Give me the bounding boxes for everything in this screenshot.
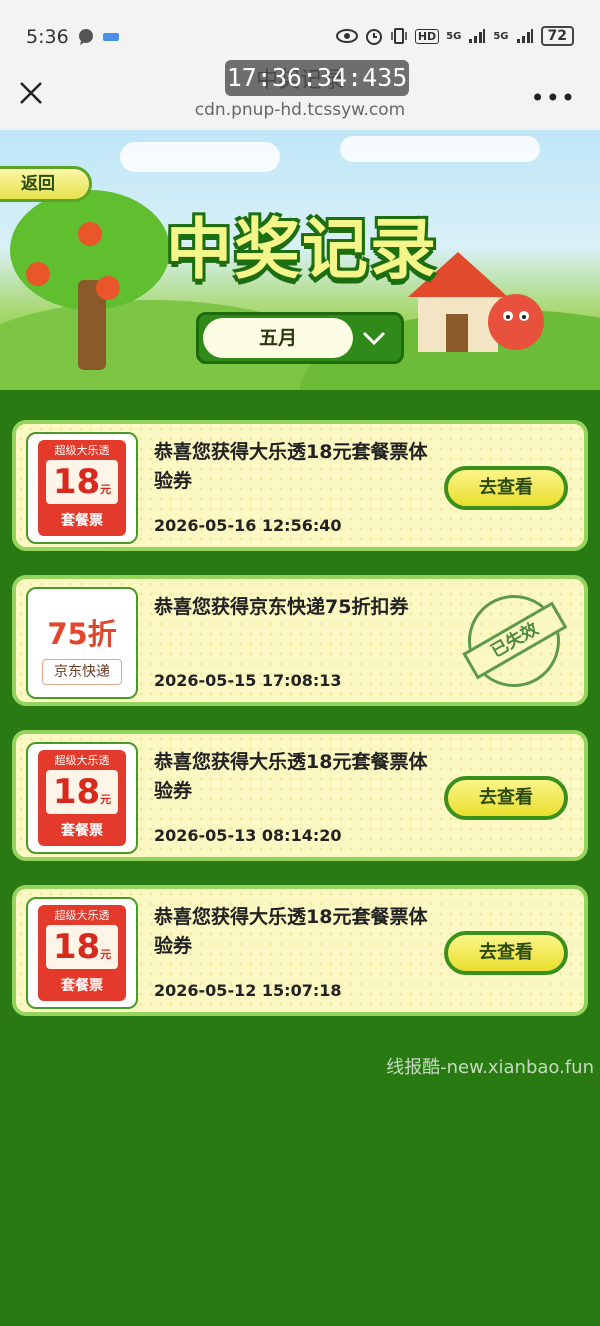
discount-sub-label: 京东快递	[42, 659, 122, 685]
record-card: 超级大乐透 18元 套餐票 恭喜您获得大乐透18元套餐票体验券 2026-05-…	[12, 420, 588, 551]
record-time: 2026-05-12 15:07:18	[154, 981, 342, 1000]
app-badge-icon	[102, 33, 119, 41]
record-title: 恭喜您获得京东快递75折扣券	[154, 596, 409, 618]
chevron-down-icon	[362, 331, 386, 346]
expired-stamp: 已失效	[451, 578, 577, 704]
hd-badge: HD	[414, 28, 440, 44]
back-button[interactable]: 返回	[0, 166, 92, 202]
signal-icon	[469, 29, 486, 43]
apple	[26, 262, 50, 286]
alarm-icon	[365, 29, 382, 45]
record-time: 2026-05-16 12:56:40	[154, 516, 342, 535]
cloud	[340, 136, 540, 162]
apple	[78, 222, 102, 246]
lottery-ticket: 超级大乐透 18元 套餐票	[38, 750, 126, 846]
battery-indicator: 72	[540, 26, 574, 46]
cloud	[120, 142, 280, 172]
records-list: 超级大乐透 18元 套餐票 恭喜您获得大乐透18元套餐票体验券 2026-05-…	[12, 420, 588, 1040]
record-time: 2026-05-13 08:14:20	[154, 826, 342, 845]
vibrate-icon	[391, 28, 407, 44]
ticket-bottom-label: 套餐票	[61, 978, 103, 994]
browser-bar: 中奖记录 17:36:34:435 cdn.pnup-hd.tcssyw.com…	[0, 58, 600, 130]
record-title: 恭喜您获得大乐透18元套餐票体验券	[154, 751, 428, 802]
ticket-thumbnail: 超级大乐透 18元 套餐票	[26, 742, 138, 854]
ticket-bottom-label: 套餐票	[61, 823, 103, 839]
network-label-2: 5G	[493, 30, 509, 42]
timestamp-overlay: 17:36:34:435	[225, 60, 409, 96]
ticket-thumbnail: 超级大乐透 18元 套餐票	[26, 432, 138, 544]
ticket-thumbnail: 超级大乐透 18元 套餐票	[26, 897, 138, 1009]
status-time: 5:36	[26, 26, 69, 48]
hero-title: 中奖记录	[166, 211, 438, 288]
record-title: 恭喜您获得大乐透18元套餐票体验券	[154, 906, 428, 957]
eye-icon	[335, 29, 358, 43]
record-card: 75折 京东快递 恭喜您获得京东快递75折扣券 2026-05-15 17:08…	[12, 575, 588, 706]
lottery-ticket: 超级大乐透 18元 套餐票	[38, 440, 126, 536]
ticket-amount: 18元	[46, 770, 118, 814]
record-card: 超级大乐透 18元 套餐票 恭喜您获得大乐透18元套餐票体验券 2026-05-…	[12, 730, 588, 861]
apple	[96, 276, 120, 300]
ticket-bottom-label: 套餐票	[61, 513, 103, 529]
month-selector[interactable]: 五月	[196, 312, 404, 364]
expired-label: 已失效	[462, 601, 568, 680]
more-menu-button[interactable]: •••	[531, 84, 576, 112]
ticket-amount: 18元	[46, 925, 118, 969]
lottery-ticket: 超级大乐透 18元 套餐票	[38, 905, 126, 1001]
month-value: 五月	[203, 318, 353, 358]
url-text: cdn.pnup-hd.tcssyw.com	[194, 100, 406, 120]
view-button[interactable]: 去查看	[444, 776, 568, 820]
discount-label: 75折	[47, 617, 117, 651]
record-title: 恭喜您获得大乐透18元套餐票体验券	[154, 441, 428, 492]
watermark: 线报酷-new.xianbao.fun	[386, 1057, 594, 1078]
hero-banner: 返回 中奖记录 五月	[0, 130, 600, 390]
record-card: 超级大乐透 18元 套餐票 恭喜您获得大乐透18元套餐票体验券 2026-05-…	[12, 885, 588, 1016]
view-button[interactable]: 去查看	[444, 466, 568, 510]
record-time: 2026-05-15 17:08:13	[154, 671, 342, 690]
network-label-1: 5G	[446, 30, 462, 42]
ticket-thumbnail: 75折 京东快递	[26, 587, 138, 699]
signal-icon-2	[516, 29, 533, 43]
message-icon	[78, 29, 93, 45]
ticket-top-label: 超级大乐透	[54, 754, 110, 767]
view-button[interactable]: 去查看	[444, 931, 568, 975]
ticket-top-label: 超级大乐透	[54, 444, 110, 457]
ticket-top-label: 超级大乐透	[54, 909, 110, 922]
ticket-amount: 18元	[46, 460, 118, 504]
